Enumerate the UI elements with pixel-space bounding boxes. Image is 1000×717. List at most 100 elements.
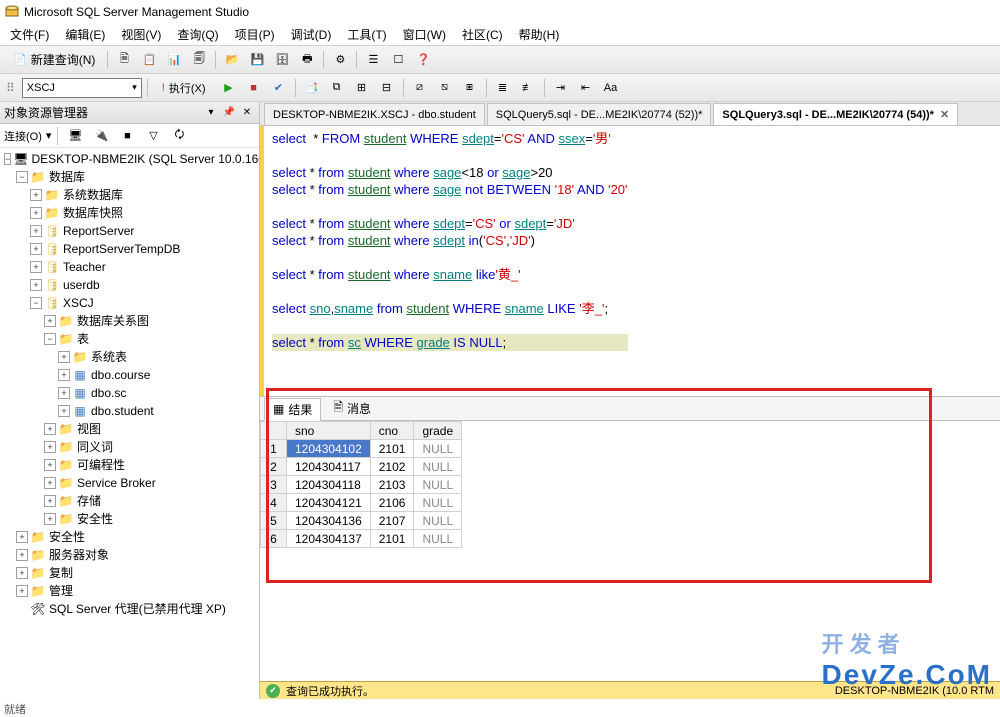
activity-button[interactable]: ⚙ <box>329 49 351 71</box>
execute-button[interactable]: ! 执行(X) <box>153 77 215 99</box>
menu-item[interactable]: 工具(T) <box>341 24 392 45</box>
xscj-node[interactable]: −🛢XSCJ <box>2 294 259 312</box>
management-node[interactable]: +📁管理 <box>2 582 259 600</box>
table-cell[interactable]: 2101 <box>370 530 414 548</box>
server-objects-node[interactable]: +📁服务器对象 <box>2 546 259 564</box>
sys-databases-node[interactable]: +📁系统数据库 <box>2 186 259 204</box>
disconnect-icon[interactable]: 🔌 <box>90 125 112 147</box>
table-cell[interactable]: 1204304102 <box>287 440 371 458</box>
table-cell[interactable]: NULL <box>414 458 462 476</box>
views-node[interactable]: +📁视图 <box>2 420 259 438</box>
menu-item[interactable]: 窗口(W) <box>397 24 452 45</box>
table-row[interactable]: 312043041182103NULL <box>261 476 462 494</box>
table-cell[interactable]: 1204304136 <box>287 512 371 530</box>
new-query-button[interactable]: 📄 新建查询(N) <box>6 49 102 71</box>
tb-icon-1[interactable]: 🗎 <box>113 49 135 71</box>
table-cell[interactable]: 2107 <box>370 512 414 530</box>
object-tree[interactable]: −🖥DESKTOP-NBME2IK (SQL Server 10.0.160 −… <box>0 148 259 699</box>
table-cell[interactable]: NULL <box>414 512 462 530</box>
tb-q2[interactable]: ⧉ <box>326 77 348 99</box>
results-grid-area[interactable]: snocnograde112043041022101NULL2120430411… <box>260 421 1000 681</box>
table-cell[interactable]: NULL <box>414 530 462 548</box>
refresh-icon[interactable]: 🗘 <box>168 125 190 147</box>
table-cell[interactable]: NULL <box>414 440 462 458</box>
document-tab[interactable]: SQLQuery5.sql - DE...ME2IK\20774 (52))* <box>487 103 712 125</box>
panel-dropdown-icon[interactable]: ▾ <box>203 105 219 121</box>
stop-icon[interactable]: ■ <box>116 125 138 147</box>
connect-label[interactable]: 连接(O) <box>4 128 42 144</box>
table-row[interactable]: 412043041212106NULL <box>261 494 462 512</box>
dbo-student-node[interactable]: +▦dbo.student <box>2 402 259 420</box>
column-header[interactable]: sno <box>287 422 371 440</box>
sys-tables-node[interactable]: +📁系统表 <box>2 348 259 366</box>
tb-icon-help[interactable]: ❓ <box>412 49 434 71</box>
db-snapshots-node[interactable]: +📁数据库快照 <box>2 204 259 222</box>
open-button[interactable]: 📂 <box>221 49 243 71</box>
results-tab[interactable]: ▦ 结果 <box>264 398 321 421</box>
close-icon[interactable]: ✕ <box>940 108 949 121</box>
db-security-node[interactable]: +📁安全性 <box>2 510 259 528</box>
table-cell[interactable]: NULL <box>414 476 462 494</box>
connect-icon[interactable]: 🖥 <box>64 125 86 147</box>
dbo-course-node[interactable]: +▦dbo.course <box>2 366 259 384</box>
save-all-button[interactable]: 🗄 <box>271 49 293 71</box>
programmability-node[interactable]: +📁可编程性 <box>2 456 259 474</box>
teacher-node[interactable]: +🛢Teacher <box>2 258 259 276</box>
menu-item[interactable]: 文件(F) <box>4 24 55 45</box>
tb-q3[interactable]: ⊞ <box>351 77 373 99</box>
tb-icon-2[interactable]: 📋 <box>138 49 160 71</box>
filter-icon[interactable]: ▽ <box>142 125 164 147</box>
db-diagrams-node[interactable]: +📁数据库关系图 <box>2 312 259 330</box>
panel-close-icon[interactable]: ✕ <box>239 105 255 121</box>
storage-node[interactable]: +📁存储 <box>2 492 259 510</box>
tb-icon-3[interactable]: 📊 <box>163 49 185 71</box>
indent-button[interactable]: ⇥ <box>550 77 572 99</box>
databases-node[interactable]: −📁数据库 <box>2 168 259 186</box>
messages-tab[interactable]: 🗎 消息 <box>325 396 379 421</box>
table-row[interactable]: 512043041362107NULL <box>261 512 462 530</box>
print-button[interactable]: 🖶 <box>296 49 318 71</box>
results-grid[interactable]: snocnograde112043041022101NULL2120430411… <box>260 421 462 548</box>
stop-button[interactable]: ■ <box>243 77 265 99</box>
userdb-node[interactable]: +🛢userdb <box>2 276 259 294</box>
uncomment-button[interactable]: ≢ <box>517 77 539 99</box>
table-cell[interactable]: 1204304121 <box>287 494 371 512</box>
outdent-button[interactable]: ⇤ <box>575 77 597 99</box>
table-cell[interactable]: 1204304117 <box>287 458 371 476</box>
save-button[interactable]: 💾 <box>246 49 268 71</box>
tb-icon-prop[interactable]: ☐ <box>387 49 409 71</box>
menu-item[interactable]: 社区(C) <box>456 24 509 45</box>
table-row[interactable]: 212043041172102NULL <box>261 458 462 476</box>
table-cell[interactable]: NULL <box>414 494 462 512</box>
reportservertemp-node[interactable]: +🛢ReportServerTempDB <box>2 240 259 258</box>
service-broker-node[interactable]: +📁Service Broker <box>2 474 259 492</box>
tb-q6[interactable]: ⧅ <box>434 77 456 99</box>
dbo-sc-node[interactable]: +▦dbo.sc <box>2 384 259 402</box>
table-row[interactable]: 612043041372101NULL <box>261 530 462 548</box>
table-cell[interactable]: 1204304137 <box>287 530 371 548</box>
replication-node[interactable]: +📁复制 <box>2 564 259 582</box>
document-tab[interactable]: DESKTOP-NBME2IK.XSCJ - dbo.student <box>264 103 485 125</box>
panel-pin-icon[interactable]: 📌 <box>221 105 237 121</box>
parse-button[interactable]: ✔ <box>268 77 290 99</box>
agent-node[interactable]: 🛠SQL Server 代理(已禁用代理 XP) <box>2 600 259 618</box>
database-selector[interactable]: XSCJ <box>22 78 142 98</box>
reportserver-node[interactable]: +🛢ReportServer <box>2 222 259 240</box>
tb-q5[interactable]: ⧄ <box>409 77 431 99</box>
security-node[interactable]: +📁安全性 <box>2 528 259 546</box>
comment-button[interactable]: ≣ <box>492 77 514 99</box>
menu-item[interactable]: 项目(P) <box>229 24 281 45</box>
tb-q4[interactable]: ⊟ <box>376 77 398 99</box>
menu-item[interactable]: 帮助(H) <box>513 24 566 45</box>
debug-button[interactable]: ▶ <box>218 77 240 99</box>
table-cell[interactable]: 2103 <box>370 476 414 494</box>
tb-icon-4[interactable]: 🗐 <box>188 49 210 71</box>
table-cell[interactable]: 2106 <box>370 494 414 512</box>
table-cell[interactable]: 2102 <box>370 458 414 476</box>
menu-item[interactable]: 查询(Q) <box>171 24 224 45</box>
menu-item[interactable]: 视图(V) <box>115 24 167 45</box>
table-cell[interactable]: 1204304118 <box>287 476 371 494</box>
menu-item[interactable]: 编辑(E) <box>59 24 111 45</box>
synonyms-node[interactable]: +📁同义词 <box>2 438 259 456</box>
tb-q7[interactable]: ⧆ <box>459 77 481 99</box>
